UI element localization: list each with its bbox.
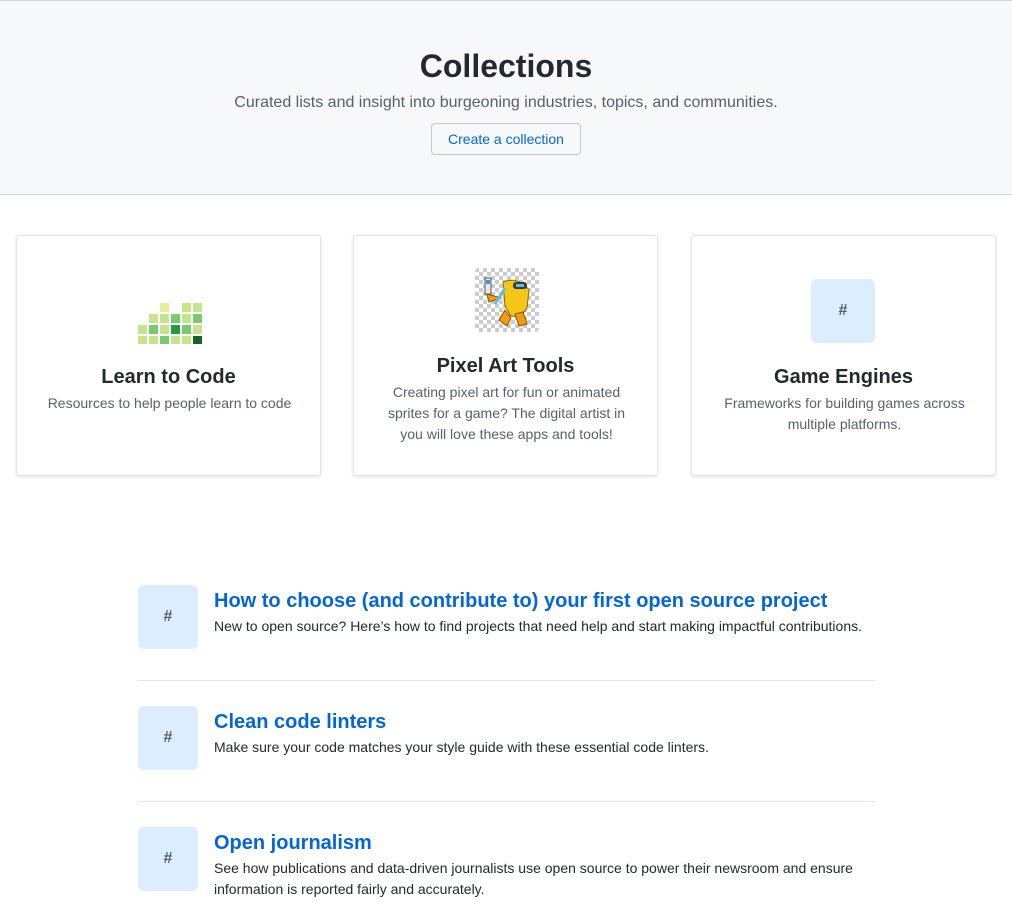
- collection-description: Make sure your code matches your style g…: [214, 739, 709, 755]
- card-title: Learn to Code: [101, 366, 236, 388]
- collection-description: New to open source? Here’s how to find p…: [214, 618, 862, 634]
- card-learn-to-code[interactable]: Learn to Code Resources to help people l…: [16, 235, 321, 476]
- card-description: Creating pixel art for fun or animated s…: [387, 384, 626, 442]
- create-collection-button[interactable]: Create a collection: [431, 123, 581, 155]
- pixel-art-robot-icon: [475, 268, 539, 332]
- featured-collections: Learn to Code Resources to help people l…: [16, 235, 996, 477]
- hash-icon: #: [138, 827, 198, 891]
- list-item: # How to choose (and contribute to) your…: [138, 560, 875, 681]
- hash-icon: #: [811, 279, 875, 343]
- page-title: Collections: [419, 48, 593, 84]
- page-subtitle: Curated lists and insight into burgeonin…: [234, 94, 778, 111]
- card-description: Resources to help people learn to code: [47, 395, 292, 411]
- green-contribution-grid-icon: [138, 303, 202, 344]
- hash-icon: #: [138, 585, 198, 649]
- collection-link[interactable]: Open journalism: [214, 831, 372, 855]
- card-description: Frameworks for building games across mul…: [724, 395, 965, 432]
- card-game-engines[interactable]: # Game Engines Frameworks for building g…: [691, 235, 996, 476]
- list-item: # Clean code linters Make sure your code…: [138, 681, 875, 802]
- card-pixel-art-tools[interactable]: Pixel Art Tools Creating pixel art for f…: [353, 235, 658, 476]
- collection-link[interactable]: Clean code linters: [214, 710, 386, 734]
- collection-link[interactable]: How to choose (and contribute to) your f…: [214, 589, 827, 613]
- list-item: # Open journalism See how publications a…: [138, 802, 875, 911]
- collection-description: See how publications and data-driven jou…: [214, 860, 853, 897]
- card-title: Game Engines: [774, 366, 913, 388]
- collections-hero: Collections Curated lists and insight in…: [0, 0, 1012, 195]
- hash-icon: #: [138, 706, 198, 770]
- card-title: Pixel Art Tools: [436, 355, 575, 377]
